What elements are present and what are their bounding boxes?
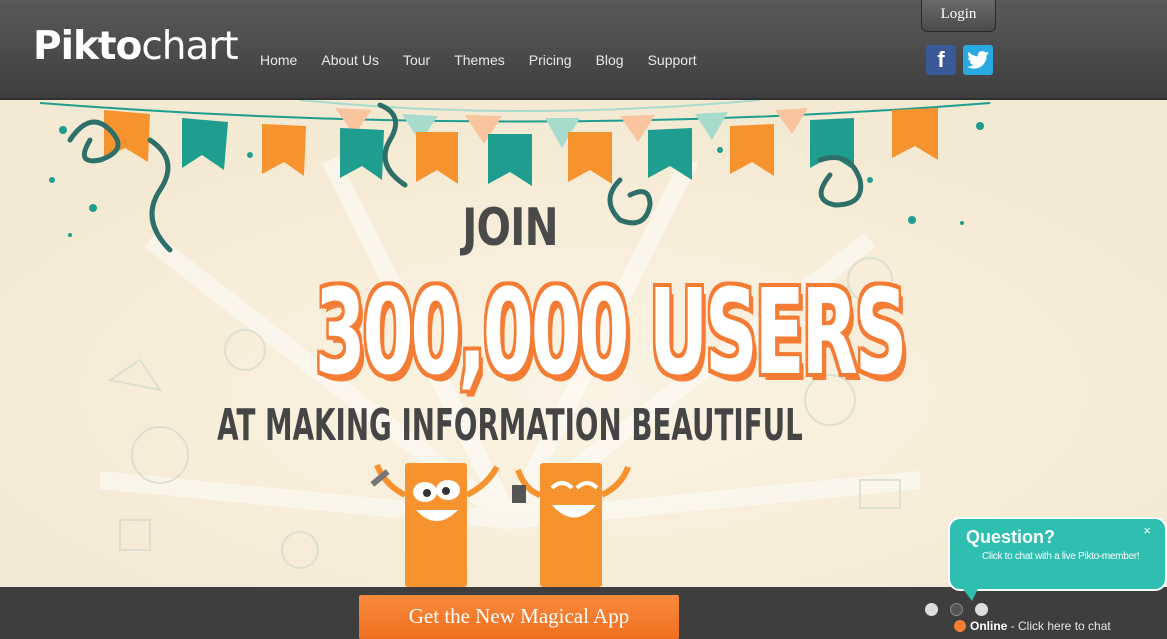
hero-join-text: JOIN	[462, 198, 558, 258]
chat-status[interactable]: Online - Click here to chat	[954, 619, 1111, 633]
hero-headline: 300,000 USERS	[314, 263, 908, 401]
chat-status-online: Online	[970, 619, 1008, 633]
chat-bubble-tail	[960, 585, 980, 601]
close-icon[interactable]: ×	[1143, 523, 1151, 538]
login-button[interactable]: Login	[921, 0, 996, 32]
nav-blog[interactable]: Blog	[596, 52, 624, 68]
twitter-icon[interactable]	[963, 45, 993, 75]
logo-text-light: chart	[141, 24, 238, 69]
chat-status-link: - Click here to chat	[1007, 619, 1111, 633]
logo-text-bold: Pikto	[33, 24, 142, 69]
chat-title: Question?	[966, 527, 1055, 547]
nav-pricing[interactable]: Pricing	[529, 52, 572, 68]
online-status-icon	[954, 620, 966, 632]
nav-about-us[interactable]: About Us	[321, 52, 379, 68]
get-app-button[interactable]: Get the New Magical App	[359, 595, 679, 639]
slider-dot-1[interactable]	[925, 603, 938, 616]
hero-banner: JOIN 300,000 USERS AT MAKING INFORMATION…	[0, 100, 1167, 587]
nav-tour[interactable]: Tour	[403, 52, 430, 68]
chat-subtitle: Click to chat with a live Pikto-member!	[982, 551, 1140, 562]
hero-tagline: AT MAKING INFORMATION BEAUTIFUL	[217, 400, 803, 451]
piktochart-logo[interactable]: Piktochart	[33, 24, 239, 69]
main-nav: Home About Us Tour Themes Pricing Blog S…	[248, 52, 709, 68]
nav-support[interactable]: Support	[648, 52, 697, 68]
chat-widget[interactable]: Question? Click to chat with a live Pikt…	[948, 517, 1167, 591]
slider-dot-2[interactable]	[950, 603, 963, 616]
slider-dot-3[interactable]	[975, 603, 988, 616]
nav-themes[interactable]: Themes	[454, 52, 505, 68]
header-bar: Piktochart Home About Us Tour Themes Pri…	[0, 0, 1167, 100]
facebook-icon[interactable]: f	[926, 45, 956, 75]
nav-home[interactable]: Home	[260, 52, 297, 68]
